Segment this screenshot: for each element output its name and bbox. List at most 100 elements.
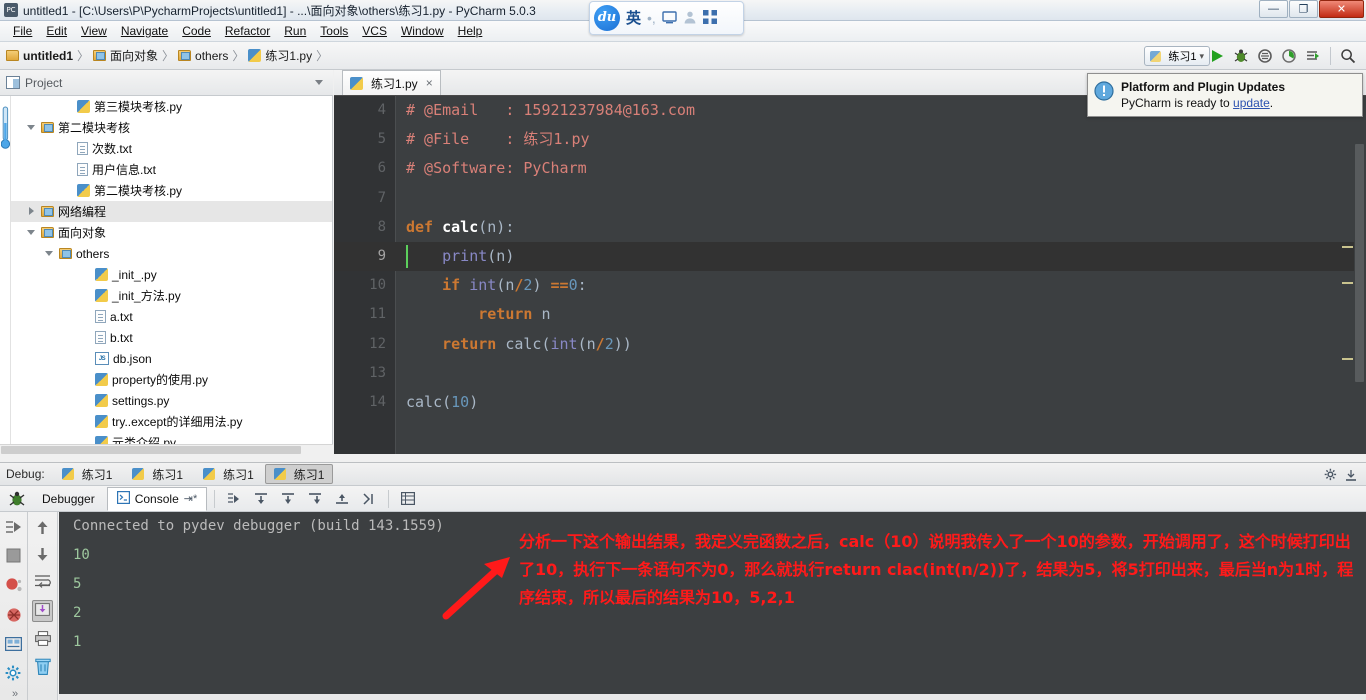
menu-item-window[interactable]: Window xyxy=(394,22,451,40)
tree-node[interactable]: others xyxy=(0,243,332,264)
force-step-into-icon[interactable] xyxy=(303,488,327,510)
baidu-ime-bar[interactable]: du 英 •, xyxy=(589,1,744,35)
tree-node[interactable]: 网络编程 xyxy=(0,201,332,222)
editor-line[interactable]: 13 xyxy=(334,359,1366,388)
show-execution-point-icon[interactable] xyxy=(222,488,246,510)
editor-line[interactable]: 6 # @Software: PyCharm xyxy=(334,154,1366,183)
code-editor[interactable]: 4 # @Email : 15921237984@163.com 5 # @File … xyxy=(334,96,1366,454)
user-icon[interactable] xyxy=(683,10,697,26)
tree-node[interactable]: _init_.py xyxy=(0,264,332,285)
tab-console[interactable]: Console ⇥* xyxy=(106,486,208,511)
tab-debugger[interactable]: Debugger xyxy=(33,487,104,511)
scrollbar-thumb[interactable] xyxy=(1355,144,1364,382)
tree-node[interactable]: _init_方法.py xyxy=(0,285,332,306)
editor-line[interactable]: 9 print(n) xyxy=(334,241,1366,272)
menu-item-edit[interactable]: Edit xyxy=(39,22,74,40)
breadcrumb-item-untitled1[interactable]: untitled1 xyxy=(6,49,73,63)
tree-twisty-open-icon[interactable] xyxy=(26,227,37,238)
editor-line[interactable]: 7 xyxy=(334,184,1366,213)
tree-node[interactable]: settings.py xyxy=(0,390,332,411)
editor-line[interactable]: 14 calc(10) xyxy=(334,388,1366,417)
scroll-up-icon[interactable] xyxy=(35,520,50,538)
step-out-icon[interactable] xyxy=(330,488,354,510)
chevron-down-icon[interactable] xyxy=(315,80,323,85)
tree-node[interactable]: 第三模块考核.py xyxy=(0,96,332,117)
debug-session-tab-3[interactable]: 练习1 xyxy=(194,464,263,484)
menu-item-run[interactable]: Run xyxy=(277,22,313,40)
tree-twisty-open-icon[interactable] xyxy=(44,248,55,259)
tree-twisty-open-icon[interactable] xyxy=(26,122,37,133)
debug-button[interactable] xyxy=(1229,45,1253,67)
restore-layout-icon[interactable] xyxy=(4,636,23,654)
editor-lines[interactable]: 4 # @Email : 15921237984@163.com 5 # @File … xyxy=(334,96,1366,417)
view-breakpoints-icon[interactable] xyxy=(5,577,23,596)
tree-node[interactable]: JS db.json xyxy=(0,348,332,369)
project-tree-hscrollbar[interactable] xyxy=(0,444,333,454)
tree-node[interactable]: 第二模块考核.py xyxy=(0,180,332,201)
debug-session-tab-4[interactable]: 练习1 xyxy=(264,464,334,484)
editor-tab-lianxi1[interactable]: 练习1.py × xyxy=(342,70,441,95)
project-panel-header[interactable]: Project xyxy=(0,70,333,96)
tree-node[interactable]: property的使用.py xyxy=(0,369,332,390)
breadcrumb-item-oop[interactable]: 面向对象 xyxy=(93,47,158,64)
keyboard-icon[interactable] xyxy=(662,10,677,26)
print-icon[interactable] xyxy=(34,631,51,649)
run-configuration-selector[interactable]: 练习1 ▾ xyxy=(1144,46,1210,66)
pin-icon[interactable]: ⇥* xyxy=(184,492,198,505)
maximize-button[interactable]: ❐ xyxy=(1289,0,1318,18)
menu-item-navigate[interactable]: Navigate xyxy=(114,22,175,40)
profile-button[interactable] xyxy=(1277,45,1301,67)
menu-item-refactor[interactable]: Refactor xyxy=(218,22,277,40)
menu-item-vcs[interactable]: VCS xyxy=(355,22,394,40)
menu-item-tools[interactable]: Tools xyxy=(313,22,355,40)
hide-panel-icon[interactable] xyxy=(1344,468,1358,485)
menu-item-file[interactable]: File xyxy=(6,22,39,40)
tree-node[interactable]: try..except的详细用法.py xyxy=(0,411,332,432)
search-icon[interactable] xyxy=(1336,45,1360,67)
tree-twisty-closed-icon[interactable] xyxy=(26,206,37,217)
evaluate-expression-icon[interactable] xyxy=(396,488,420,510)
editor-line[interactable]: 12 return calc(int(n/2)) xyxy=(334,330,1366,359)
breadcrumb-item-file[interactable]: 练习1.py xyxy=(248,47,312,64)
editor-line[interactable]: 10 if int(n/2) ==0: xyxy=(334,271,1366,300)
editor-line[interactable]: 5 # @File : 练习1.py xyxy=(334,125,1366,154)
clear-all-icon[interactable] xyxy=(34,658,51,678)
scroll-to-end-icon[interactable] xyxy=(32,600,53,622)
breadcrumb-item-others[interactable]: others xyxy=(178,49,228,63)
ime-language-mode[interactable]: 英 xyxy=(626,11,641,26)
tree-node[interactable]: 第二模块考核 xyxy=(0,117,332,138)
menu-item-view[interactable]: View xyxy=(74,22,114,40)
menu-item-code[interactable]: Code xyxy=(175,22,218,40)
close-button[interactable]: ✕ xyxy=(1319,0,1364,18)
tree-node[interactable]: a.txt xyxy=(0,306,332,327)
update-link[interactable]: update xyxy=(1233,96,1270,110)
baidu-logo-icon[interactable]: du xyxy=(594,5,620,31)
gear-icon[interactable] xyxy=(1324,468,1338,485)
apps-grid-icon[interactable] xyxy=(702,10,717,26)
tree-node[interactable]: b.txt xyxy=(0,327,332,348)
debug-session-tab-1[interactable]: 练习1 xyxy=(53,464,122,484)
step-over-icon[interactable] xyxy=(249,488,273,510)
settings-icon[interactable] xyxy=(5,665,22,685)
scrollbar-thumb[interactable] xyxy=(1,446,301,454)
editor-line[interactable]: 11 return n xyxy=(334,300,1366,329)
project-tree[interactable]: 第三模块考核.py 第二模块考核 次数.txt 用户信息.txt 第二模块考核.py 网络… xyxy=(0,96,333,454)
notification-popup[interactable]: Platform and Plugin Updates PyCharm is r… xyxy=(1087,73,1363,117)
close-icon[interactable]: × xyxy=(426,76,433,90)
editor-vscrollbar[interactable] xyxy=(1354,96,1366,454)
tree-node[interactable]: 次数.txt xyxy=(0,138,332,159)
attach-button[interactable] xyxy=(1301,45,1325,67)
debug-session-tab-2[interactable]: 练习1 xyxy=(123,464,192,484)
ime-punctuation-toggle[interactable]: •, xyxy=(647,11,656,25)
tree-node[interactable]: 面向对象 xyxy=(0,222,332,243)
expand-chevron-icon[interactable]: » xyxy=(12,688,18,700)
menu-item-help[interactable]: Help xyxy=(451,22,490,40)
editor-line[interactable]: 8 def calc(n): xyxy=(334,213,1366,242)
run-button[interactable] xyxy=(1205,45,1229,67)
soft-wrap-icon[interactable] xyxy=(34,574,51,591)
run-to-cursor-icon[interactable] xyxy=(357,488,381,510)
step-into-icon[interactable] xyxy=(276,488,300,510)
tree-node[interactable]: 用户信息.txt xyxy=(0,159,332,180)
resume-program-icon[interactable] xyxy=(5,520,22,537)
coverage-button[interactable] xyxy=(1253,45,1277,67)
